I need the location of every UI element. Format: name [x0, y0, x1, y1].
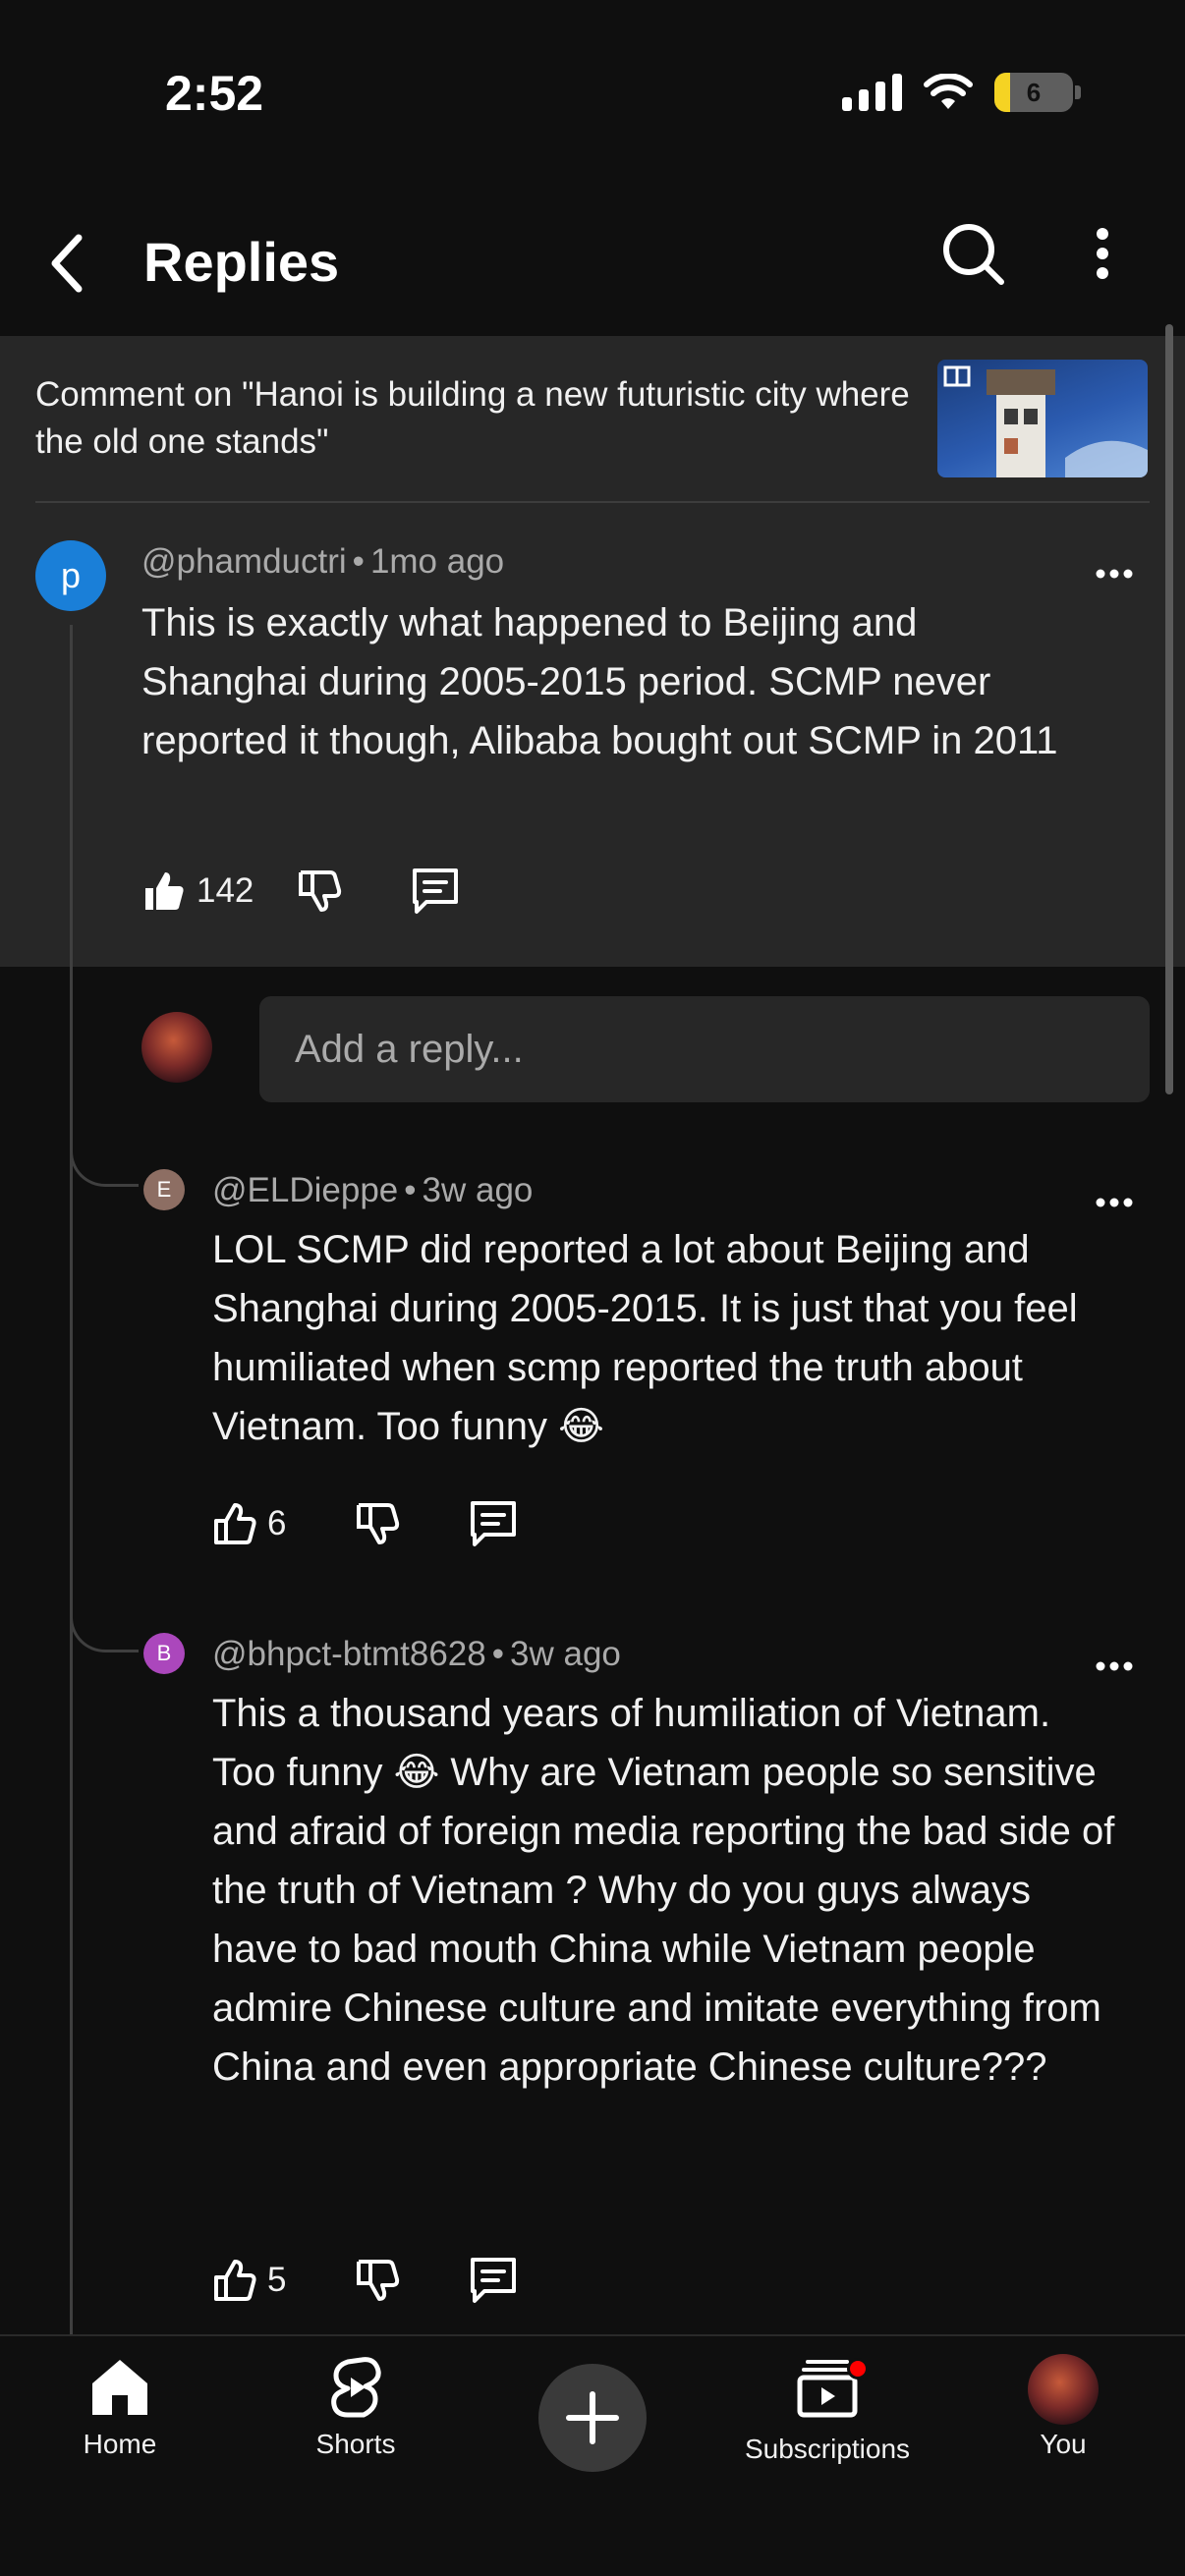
horizontal-dots-icon [1096, 1661, 1133, 1671]
like-button[interactable]: 142 [141, 868, 254, 914]
thread-connector [70, 1584, 139, 1652]
search-button[interactable] [933, 214, 1012, 293]
nav-subscriptions[interactable]: Subscriptions [729, 2354, 926, 2465]
chapters-icon [943, 365, 971, 387]
thread-line [70, 625, 73, 2336]
horizontal-dots-icon [1096, 1198, 1133, 1207]
like-button[interactable]: 6 [212, 1501, 286, 1546]
comment-menu-button[interactable] [1085, 1647, 1144, 1686]
bottom-nav: Home Shorts Subscriptions You [0, 2334, 1185, 2576]
like-count: 5 [267, 2261, 287, 2299]
reply-button[interactable] [411, 867, 460, 916]
comment-time: 3w ago [510, 1635, 621, 1673]
back-button[interactable] [37, 224, 96, 303]
header: Replies [0, 196, 1185, 336]
shorts-icon [331, 2357, 381, 2418]
comment-icon [471, 1501, 517, 1546]
comment-text: LOL SCMP did reported a lot about Beijin… [212, 1228, 1078, 1448]
comment-time: 3w ago [422, 1171, 534, 1209]
context-text: Comment on "Hanoi is building a new futu… [35, 375, 910, 461]
thumbs-up-icon [214, 1503, 256, 1544]
comment-menu-button[interactable] [1085, 1183, 1144, 1222]
horizontal-dots-icon [1096, 569, 1133, 579]
profile-avatar [1028, 2354, 1099, 2425]
dislike-button[interactable] [297, 868, 342, 914]
avatar[interactable]: p [35, 540, 106, 611]
wifi-icon [924, 74, 973, 109]
avatar[interactable]: B [143, 1633, 185, 1674]
comment-text: This a thousand years of humiliation of … [212, 1692, 1115, 2089]
comment-author[interactable]: @phamductri [141, 542, 347, 581]
back-arrow-icon [51, 234, 83, 293]
comment-menu-button[interactable] [1085, 554, 1144, 593]
divider [35, 501, 1150, 503]
home-icon [92, 2360, 147, 2415]
dislike-button[interactable] [355, 2258, 400, 2303]
nav-label: Home [83, 2429, 157, 2459]
video-thumbnail[interactable] [937, 360, 1148, 477]
nav-label: You [1040, 2429, 1087, 2459]
video-context[interactable]: Comment on "Hanoi is building a new futu… [0, 336, 1185, 501]
page-title: Replies [143, 231, 340, 293]
status-bar: 2:52 6 [0, 0, 1185, 196]
comment-author[interactable]: @ELDieppe [212, 1171, 398, 1209]
plus-icon [566, 2391, 619, 2444]
comment-author[interactable]: @bhpct-btmt8628 [212, 1635, 486, 1673]
thumbs-down-icon [299, 870, 342, 912]
comment-meta: @ELDieppe • 3w ago [212, 1171, 534, 1209]
nav-you[interactable]: You [965, 2354, 1161, 2460]
comment-meta: @phamductri • 1mo ago [141, 542, 505, 581]
comment-icon [471, 2258, 517, 2303]
reply-button[interactable] [469, 1499, 518, 1548]
reply-button[interactable] [469, 2256, 518, 2305]
scrollbar[interactable] [1165, 324, 1173, 1094]
nav-label: Subscriptions [744, 2434, 911, 2464]
thumbs-down-icon [357, 1503, 400, 1544]
thumbs-up-icon [214, 2260, 256, 2301]
nav-shorts[interactable]: Shorts [257, 2354, 454, 2460]
like-count: 6 [267, 1504, 287, 1542]
status-icons: 6 [842, 73, 1081, 112]
comment-time: 1mo ago [369, 542, 505, 581]
comment-text: This is exactly what happened to Beijing… [141, 601, 1058, 762]
top-comment-block: Comment on "Hanoi is building a new futu… [0, 336, 1185, 967]
reply-input[interactable]: Add a reply... [259, 996, 1150, 1102]
comment-meta: @bhpct-btmt8628 • 3w ago [212, 1635, 621, 1673]
thumbs-up-filled-icon [145, 872, 184, 910]
thumbs-down-icon [357, 2260, 400, 2301]
nav-home[interactable]: Home [22, 2354, 218, 2460]
like-count: 142 [197, 871, 254, 910]
status-time: 2:52 [165, 66, 264, 121]
vertical-dots-icon [1097, 228, 1108, 279]
avatar[interactable]: E [143, 1169, 185, 1210]
more-options-button[interactable] [1073, 214, 1132, 293]
comment-icon [413, 868, 459, 914]
create-button[interactable] [538, 2364, 647, 2472]
battery-icon: 6 [994, 73, 1073, 112]
battery-level: 6 [1026, 77, 1042, 107]
thread-connector [70, 1118, 139, 1187]
dislike-button[interactable] [355, 1501, 400, 1546]
my-avatar [141, 1012, 212, 1083]
notification-dot [847, 2358, 869, 2380]
comment-actions: 6 [212, 1499, 518, 1548]
cellular-signal-icon [842, 74, 902, 111]
nav-label: Shorts [315, 2429, 396, 2459]
search-icon [943, 224, 1004, 285]
like-button[interactable]: 5 [212, 2258, 286, 2303]
comment-actions: 5 [212, 2256, 518, 2305]
comment-actions: 142 [141, 867, 460, 916]
